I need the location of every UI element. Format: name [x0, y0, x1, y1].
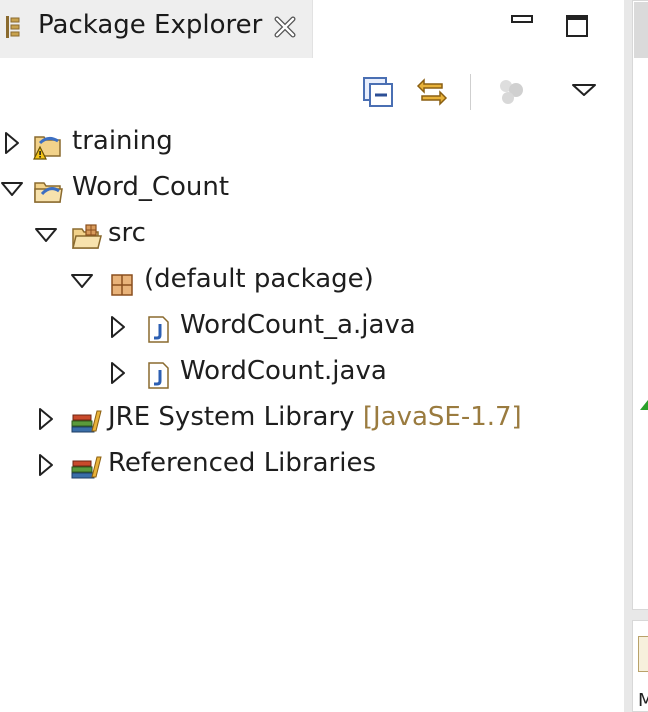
view-menu-icon[interactable] — [566, 74, 602, 110]
expand-arrow-icon[interactable] — [34, 453, 58, 477]
tree-item-jre-system-library[interactable]: JRE System Library [JavaSE-1.7] — [0, 398, 620, 442]
library-icon — [71, 456, 102, 479]
tree-item-referenced-libraries[interactable]: Referenced Libraries — [0, 444, 620, 488]
collapse-arrow-icon[interactable] — [34, 223, 58, 247]
tree-item-label: training — [72, 126, 173, 156]
side-panel-text: M — [638, 690, 648, 711]
tree-item-label: Referenced Libraries — [108, 448, 376, 478]
library-version-decoration: [JavaSE-1.7] — [362, 402, 522, 432]
collapse-all-icon[interactable] — [360, 74, 396, 110]
tree-item-label: Word_Count — [72, 172, 230, 202]
tree-item-src[interactable]: src — [0, 214, 620, 258]
tree-item-label: (default package) — [144, 264, 374, 294]
expand-arrow-icon[interactable] — [106, 361, 130, 385]
tree-item-training[interactable]: training — [0, 122, 620, 166]
tree-item-label: JRE System Library [JavaSE-1.7] — [108, 402, 522, 432]
package-explorer-icon — [6, 16, 20, 38]
expand-arrow-icon[interactable] — [106, 315, 130, 339]
tree-item-wordcount-a-java[interactable]: WordCount_a.java — [0, 306, 620, 350]
package-icon — [111, 274, 133, 296]
filters-icon[interactable] — [494, 74, 530, 110]
source-folder-icon — [72, 224, 102, 249]
tree-item-wordcount-java[interactable]: WordCount.java — [0, 352, 620, 396]
collapse-arrow-icon[interactable] — [70, 269, 94, 293]
scrollbar[interactable] — [634, 2, 648, 58]
adjacent-view-edge: M — [624, 0, 648, 712]
library-name: JRE System Library — [108, 402, 355, 432]
tree-item-word-count[interactable]: Word_Count — [0, 168, 620, 212]
editor-area-edge — [632, 0, 648, 610]
expand-arrow-icon[interactable] — [34, 407, 58, 431]
view-tab-bar: Package Explorer — [0, 0, 624, 58]
tree-item-label: src — [108, 218, 146, 248]
tree-item-label: WordCount.java — [180, 356, 387, 386]
maximize-icon[interactable] — [562, 10, 592, 40]
project-warning-icon — [33, 136, 61, 160]
java-file-icon — [148, 316, 169, 343]
tree-item-default-package[interactable]: (default package) — [0, 260, 620, 304]
link-with-editor-icon[interactable] — [414, 74, 450, 110]
library-icon — [71, 410, 102, 433]
view-title: Package Explorer — [38, 10, 263, 40]
project-icon — [34, 182, 63, 203]
minimize-icon[interactable] — [508, 8, 536, 36]
marker-icon — [640, 400, 648, 410]
collapse-arrow-icon[interactable] — [0, 177, 24, 201]
toolbar-separator — [470, 74, 471, 110]
expand-arrow-icon[interactable] — [0, 131, 24, 155]
java-file-icon — [148, 362, 169, 389]
close-icon[interactable] — [272, 14, 298, 40]
tree-item-label: WordCount_a.java — [180, 310, 416, 340]
file-icon — [638, 636, 648, 672]
package-explorer-tab[interactable]: Package Explorer — [0, 0, 313, 58]
